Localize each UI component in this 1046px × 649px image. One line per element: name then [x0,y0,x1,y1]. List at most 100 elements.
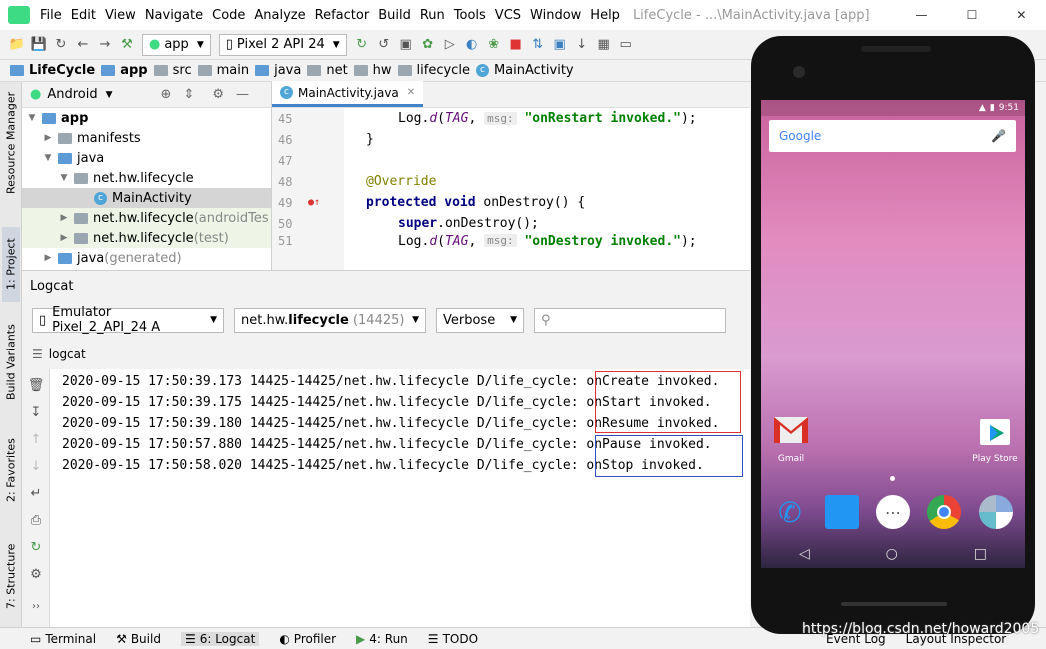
project-view-select[interactable]: Android [47,87,97,102]
app-play-store[interactable]: Play Store [965,410,1025,464]
sync-icon[interactable]: ↻ [50,34,72,56]
home-key-icon[interactable]: ○ [886,546,898,562]
tab-project[interactable]: 1: Project [2,227,20,302]
terminal-icon[interactable]: ▭ [615,34,637,56]
tab-build-variants[interactable]: Build Variants [2,322,20,402]
tab-terminal[interactable]: ▭ Terminal [30,632,96,646]
breadcrumb-item[interactable]: java [255,63,301,78]
breadcrumb-item[interactable]: main [197,63,249,78]
menu-help[interactable]: Help [590,8,620,23]
make-project-icon[interactable]: ⚒ [116,34,138,56]
down-arrow-icon[interactable]: ↓ [25,455,47,477]
tree-item-app[interactable]: ▼ app [22,108,271,128]
menu-run[interactable]: Run [420,8,445,23]
tab-todo[interactable]: ☰ TODO [428,632,478,646]
tree-item-mainactivity[interactable]: c MainActivity [22,188,271,208]
breadcrumb-item[interactable]: LifeCycle [10,63,95,78]
module-select[interactable]: ● app ▼ [142,33,211,56]
soft-wrap-icon[interactable]: ↵ [25,482,47,504]
gear-icon[interactable]: ⚙ [25,563,47,585]
sdk-manager-icon[interactable]: ↓ [571,34,593,56]
profile-icon[interactable]: ◐ [461,34,483,56]
app-drawer-icon[interactable]: ⋯ [876,495,910,529]
messages-app-icon[interactable] [825,495,859,529]
tab-mainactivity-java[interactable]: c MainActivity.java ✕ [272,81,424,107]
device-filter-select[interactable]: ▯ Emulator Pixel_2_API_24 A ▼ [32,305,224,335]
menu-refactor[interactable]: Refactor [315,8,370,23]
tab-build[interactable]: ⚒ Build [116,632,161,646]
back-icon[interactable]: ← [72,34,94,56]
trash-icon[interactable]: 🗑 [25,374,47,396]
maximize-icon[interactable]: ☐ [967,8,978,22]
tree-item-test[interactable]: ▶ net.hw.lifecycle (test) [22,228,271,248]
chrome-app-icon[interactable] [927,495,961,529]
run-config-icon[interactable]: ▣ [395,34,417,56]
tree-item-manifests[interactable]: ▶ manifests [22,128,271,148]
up-arrow-icon[interactable]: ↑ [25,428,47,450]
menu-vcs[interactable]: VCS [495,8,521,23]
google-search-bar[interactable]: Google 🎤 [769,120,1016,152]
menu-view[interactable]: View [105,8,136,23]
menu-tools[interactable]: Tools [454,8,486,23]
tree-item-android-test[interactable]: ▶ net.hw.lifecycle (androidTes [22,208,271,228]
restart-icon[interactable]: ↻ [25,536,47,558]
breadcrumb-item[interactable]: app [101,63,148,78]
print-icon[interactable]: ⎙ [25,509,47,531]
tab-favorites[interactable]: 2: Favorites [2,434,20,506]
tab-structure[interactable]: 7: Structure [2,532,20,620]
stop-icon[interactable]: ■ [505,34,527,56]
app-gmail[interactable]: Gmail [761,410,821,464]
project-structure-icon[interactable]: ▦ [593,34,615,56]
phone-screen[interactable]: ▲ ▮ 9:51 Google 🎤 Gmail Play Store ✆ ⋯ ◁… [761,100,1025,568]
gear-icon[interactable]: ⚙ [212,87,224,102]
open-icon[interactable]: 📁 [6,34,28,56]
menu-file[interactable]: File [40,8,62,23]
menu-code[interactable]: Code [212,8,245,23]
avd-manager-icon[interactable]: ▣ [549,34,571,56]
close-icon[interactable]: ✕ [1016,8,1026,22]
attach-debugger-icon[interactable]: ❀ [483,34,505,56]
debug-icon[interactable]: ✿ [417,34,439,56]
back-key-icon[interactable]: ◁ [799,546,810,562]
chevron-down-icon[interactable]: ▼ [106,90,113,100]
recents-key-icon[interactable]: □ [974,546,987,562]
locate-icon[interactable]: ⊕ [161,87,172,102]
tab-profiler[interactable]: ◐ Profiler [279,632,336,646]
minimize-icon[interactable]: — [916,8,928,22]
menu-navigate[interactable]: Navigate [145,8,203,23]
apply-changes-icon[interactable]: ↻ [351,34,373,56]
sync-gradle-icon[interactable]: ⇅ [527,34,549,56]
menu-build[interactable]: Build [378,8,411,23]
log-level-select[interactable]: Verbose ▼ [436,307,524,333]
tab-logcat[interactable]: logcat [49,347,86,361]
close-tab-icon[interactable]: ✕ [407,87,415,98]
mic-icon[interactable]: 🎤 [991,129,1006,143]
tree-item-package[interactable]: ▼ net.hw.lifecycle [22,168,271,188]
hide-icon[interactable]: — [236,87,249,102]
phone-app-icon[interactable]: ✆ [773,495,807,529]
tab-run[interactable]: ▶ 4: Run [356,632,408,646]
menu-analyze[interactable]: Analyze [254,8,305,23]
apply-code-changes-icon[interactable]: ↺ [373,34,395,56]
forward-icon[interactable]: → [94,34,116,56]
tab-resource-manager[interactable]: Resource Manager [2,88,20,198]
collapse-all-icon[interactable]: ⇕ [183,87,194,102]
more-icon[interactable]: ›› [25,595,47,617]
process-filter-select[interactable]: net.hw.lifecycle (14425) ▼ [234,307,426,333]
breadcrumb-item[interactable]: src [153,63,192,78]
menu-window[interactable]: Window [530,8,581,23]
device-select[interactable]: ▯ Pixel 2 API 24 ▼ [218,33,347,56]
breadcrumb-item[interactable]: lifecycle [397,63,470,78]
tab-logcat-bottom[interactable]: ☰ 6: Logcat [180,631,260,646]
breadcrumb-item[interactable]: c MainActivity [475,63,574,78]
override-icon[interactable]: ●↑ [308,197,366,208]
scroll-to-end-icon[interactable]: ↧ [25,401,47,423]
tree-item-java[interactable]: ▼ java [22,148,271,168]
camera-app-icon[interactable] [979,495,1013,529]
tree-item-java-generated[interactable]: ▶ java (generated) [22,248,271,268]
attach-icon[interactable]: ▷ [439,34,461,56]
save-icon[interactable]: 💾 [28,34,50,56]
menu-edit[interactable]: Edit [71,8,96,23]
logcat-search-input[interactable]: ⚲ [534,307,726,333]
breadcrumb-item[interactable]: net [307,63,348,78]
